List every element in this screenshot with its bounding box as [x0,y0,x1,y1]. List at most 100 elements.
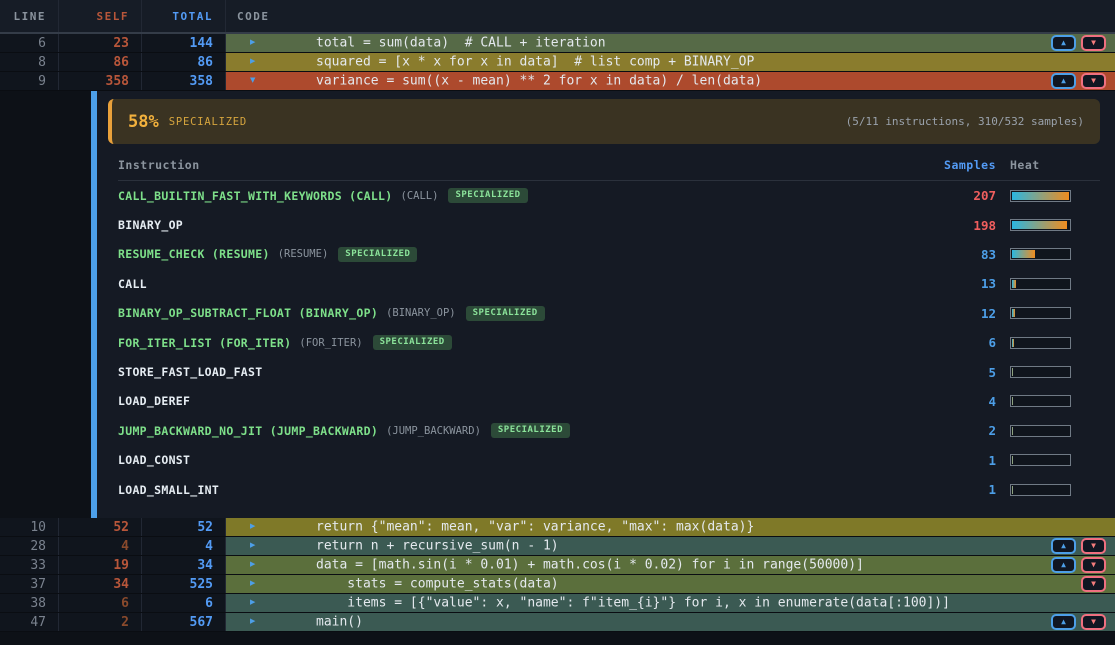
line-number: 10 [0,518,59,536]
heat-cell [1010,425,1100,437]
expand-icon[interactable]: ▶ [250,523,255,532]
code-cell[interactable]: ▶ squared = [x * x for x in data] # list … [226,53,1115,71]
expand-icon[interactable]: ▶ [250,618,255,627]
nav-up-button[interactable]: ▲ [1051,538,1076,554]
line-number: 38 [0,594,59,612]
code-row-10[interactable]: 105252▶return {"mean": mean, "var": vari… [0,518,1115,537]
code-row-8[interactable]: 88686▶squared = [x * x for x in data] # … [0,53,1115,72]
heat-bar [1010,337,1071,349]
specialization-panel-wrap: 58% SPECIALIZED (5/11 instructions, 310/… [0,91,1115,518]
self-samples: 2 [59,613,142,631]
total-samples: 34 [142,556,226,574]
specialized-badge: SPECIALIZED [448,188,527,203]
instruction-cell: LOAD_DEREF [118,394,916,408]
instruction-name: LOAD_DEREF [118,394,190,408]
code-cell[interactable]: ▶ stats = compute_stats(data) ▼ [226,575,1115,593]
base-opcode: (CALL) [401,190,439,202]
nav-down-button[interactable]: ▼ [1081,73,1106,89]
code-cell[interactable]: ▶data = [math.sin(i * 0.01) + math.cos(i… [226,556,1115,574]
instruction-table: Instruction Samples Heat CALL_BUILTIN_FA… [118,158,1100,504]
nav-down-button[interactable]: ▼ [1081,557,1106,573]
specialization-panel: 58% SPECIALIZED (5/11 instructions, 310/… [97,91,1115,518]
instruction-name: JUMP_BACKWARD_NO_JIT (JUMP_BACKWARD) [118,424,378,438]
heat-cell [1010,219,1100,231]
specialized-badge: SPECIALIZED [466,306,545,321]
expand-icon[interactable]: ▶ [250,542,255,551]
expand-icon[interactable]: ▶ [250,599,255,608]
code-row-47[interactable]: 472567▶main()▲▼ [0,613,1115,632]
code-text: return {"mean": mean, "var": variance, "… [316,520,754,535]
self-samples: 86 [59,53,142,71]
code-cell[interactable]: ▶return n + recursive_sum(n - 1)▲▼ [226,537,1115,555]
instruction-row: CALL13 [118,269,1100,298]
row-nav-buttons: ▲▼ [1051,538,1106,554]
nav-down-button[interactable]: ▼ [1081,576,1106,592]
nav-up-button[interactable]: ▲ [1051,73,1076,89]
header-samples: Samples [916,158,996,172]
row-nav-buttons: ▲▼ [1051,614,1106,630]
samples-count: 2 [916,423,996,438]
heat-bar [1010,307,1071,319]
instruction-cell: LOAD_SMALL_INT [118,483,916,497]
self-samples: 23 [59,34,142,52]
nav-down-button[interactable]: ▼ [1081,35,1106,51]
instruction-row: LOAD_DEREF4 [118,387,1100,416]
samples-count: 13 [916,276,996,291]
row-nav-buttons: ▲▼ [1051,73,1106,89]
heat-cell [1010,190,1100,202]
heat-bar [1010,454,1071,466]
nav-up-button[interactable]: ▲ [1051,557,1076,573]
code-row-28[interactable]: 2844▶return n + recursive_sum(n - 1)▲▼ [0,537,1115,556]
code-row-6[interactable]: 623144▶total = sum(data) # CALL + iterat… [0,34,1115,53]
total-samples: 4 [142,537,226,555]
row-nav-buttons: ▲▼ [1051,35,1106,51]
nav-up-button[interactable]: ▲ [1051,35,1076,51]
instruction-name: BINARY_OP_SUBTRACT_FLOAT (BINARY_OP) [118,306,378,320]
code-text: return n + recursive_sum(n - 1) [316,539,559,554]
line-number: 33 [0,556,59,574]
code-row-33[interactable]: 331934▶data = [math.sin(i * 0.01) + math… [0,556,1115,575]
header-heat: Heat [1010,158,1100,172]
column-header-self: SELF [59,0,142,32]
code-cell[interactable]: ▶ return {"mean": mean, "var": variance, … [226,518,1115,536]
expand-icon[interactable]: ▶ [250,580,255,589]
expand-icon[interactable]: ▶ [250,58,255,67]
instruction-name: LOAD_CONST [118,453,190,467]
total-samples: 6 [142,594,226,612]
line-number: 6 [0,34,59,52]
code-row-37[interactable]: 3734525▶ stats = compute_stats(data)▼ [0,575,1115,594]
instruction-row: STORE_FAST_LOAD_FAST5 [118,357,1100,386]
line-number: 47 [0,613,59,631]
code-text: stats = compute_stats(data) [316,577,559,592]
nav-down-button[interactable]: ▼ [1081,538,1106,554]
code-row-38[interactable]: 3866▶ items = [{"value": x, "name": f"it… [0,594,1115,613]
instruction-name: STORE_FAST_LOAD_FAST [118,365,262,379]
code-cell[interactable]: ▶main()▲▼ [226,613,1115,631]
row-nav-buttons: ▼ [1081,576,1106,592]
line-number: 37 [0,575,59,593]
code-cell[interactable]: ▶ items = [{"value": x, "name": f"item_{… [226,594,1115,612]
code-cell[interactable]: ▶total = sum(data) # CALL + iteration▲▼ [226,34,1115,52]
instruction-cell: STORE_FAST_LOAD_FAST [118,365,916,379]
expand-icon[interactable]: ▶ [250,561,255,570]
expand-icon[interactable]: ▶ [250,39,255,48]
samples-count: 207 [916,188,996,203]
collapse-icon[interactable]: ▼ [250,77,255,86]
base-opcode: (JUMP_BACKWARD) [386,425,481,437]
heat-bar-fill [1012,309,1015,317]
specialization-percent: 58% [128,112,159,132]
samples-count: 1 [916,453,996,468]
heat-bar-fill [1012,339,1014,347]
nav-down-button[interactable]: ▼ [1081,614,1106,630]
instruction-cell: CALL_BUILTIN_FAST_WITH_KEYWORDS (CALL)(C… [118,188,916,203]
heat-bar [1010,219,1071,231]
code-cell[interactable]: ▼variance = sum((x - mean) ** 2 for x in… [226,72,1115,90]
code-row-9[interactable]: 9358358▼variance = sum((x - mean) ** 2 f… [0,72,1115,91]
code-text: squared = [x * x for x in data] # list c… [316,55,754,70]
instruction-row: RESUME_CHECK (RESUME)(RESUME)SPECIALIZED… [118,240,1100,269]
self-samples: 52 [59,518,142,536]
code-text: items = [{"value": x, "name": f"item_{i}… [316,596,950,611]
heat-cell [1010,366,1100,378]
nav-up-button[interactable]: ▲ [1051,614,1076,630]
samples-count: 12 [916,306,996,321]
